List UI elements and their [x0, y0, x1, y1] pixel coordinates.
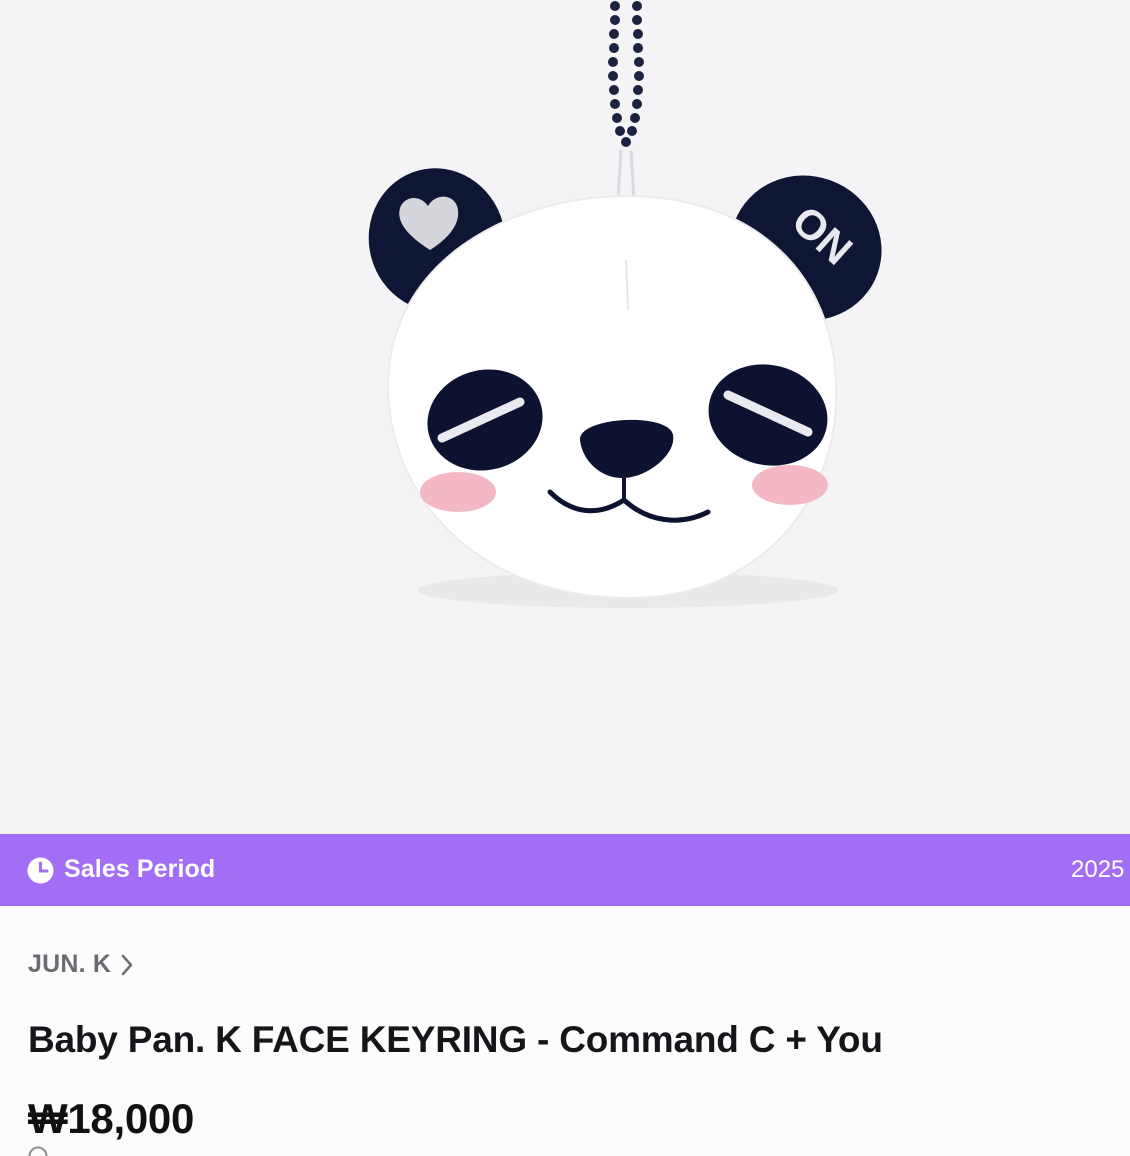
artist-link[interactable]: JUN. K	[28, 950, 134, 979]
chevron-right-icon	[121, 954, 133, 975]
product-title: Baby Pan. K FACE KEYRING - Command C + Y…	[28, 1019, 883, 1060]
clock-icon	[27, 857, 54, 884]
sales-period-date: 2025	[1071, 856, 1125, 883]
points-info	[28, 1146, 56, 1156]
product-image[interactable]: ON	[0, 0, 1130, 834]
sales-period-bar: Sales Period 2025	[0, 834, 1130, 906]
product-page: ON Sales Period 2025 JUN. K Baby Pan. K …	[0, 0, 1130, 1156]
artist-name: JUN. K	[28, 950, 112, 978]
sales-period-label: Sales Period	[64, 855, 216, 883]
product-price: ₩18,000	[28, 1095, 195, 1142]
ball-chain	[608, 1, 644, 147]
info-circle-icon	[28, 1146, 48, 1156]
panda-keyring-illustration: ON	[368, 1, 882, 608]
